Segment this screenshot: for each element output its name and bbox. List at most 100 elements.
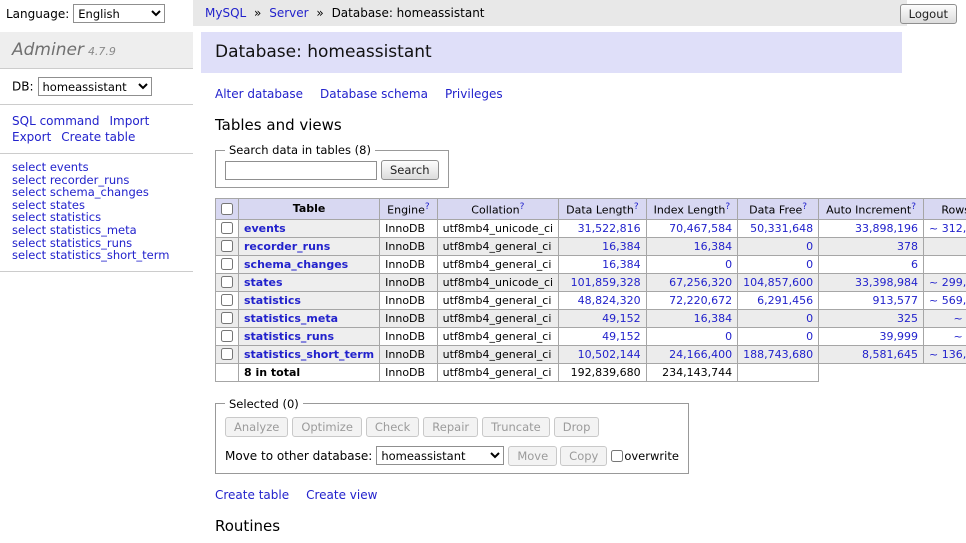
auto-increment-link[interactable]: 8,581,645 [862,348,918,361]
index-length-link[interactable]: 16,384 [694,240,733,253]
logout-button[interactable]: Logout [900,4,957,24]
sidebar-table-link-select-schema-changes[interactable]: select schema_changes [12,186,181,199]
drop-button[interactable]: Drop [554,417,600,437]
optimize-button[interactable]: Optimize [292,417,362,437]
data-length-link[interactable]: 48,824,320 [578,294,641,307]
language-select[interactable]: English [73,4,165,23]
auto-increment-link[interactable]: 33,398,984 [855,276,918,289]
repair-button[interactable]: Repair [423,417,478,437]
auto-increment-link[interactable]: 6 [911,258,918,271]
table-row-statistics_runs: statistics_runsInnoDButf8mb4_general_ci4… [216,327,966,345]
row-checkbox[interactable] [221,276,233,288]
auto-increment-link[interactable]: 378 [897,240,918,253]
data-length-link[interactable]: 16,384 [602,240,641,253]
auto-increment-link[interactable]: 913,577 [873,294,919,307]
app-version: 4.7.9 [88,45,116,58]
rows-count-link[interactable]: ~ 312,180 [929,222,966,235]
help-link[interactable]: ? [911,202,916,212]
table-name-link[interactable]: recorder_runs [244,240,330,253]
rows-count-cell: ~ 5 [924,237,966,255]
sidebar-action-create-table[interactable]: Create table [61,130,135,144]
index-length-link[interactable]: 70,467,584 [669,222,732,235]
search-button[interactable]: Search [381,160,439,180]
rows-count-cell: ~ 3 [924,255,966,273]
index-length-link[interactable]: 67,256,320 [669,276,732,289]
create-link-create-table[interactable]: Create table [215,488,289,502]
data-free-link[interactable]: 0 [806,312,813,325]
table-name-cell: statistics_short_term [239,345,380,363]
copy-button[interactable]: Copy [560,446,607,466]
table-name-link[interactable]: statistics [244,294,301,307]
sidebar-action-import[interactable]: Import [109,114,149,128]
rows-count-link[interactable]: ~ 299,833 [929,276,966,289]
sidebar-table-link-select-events[interactable]: select events [12,161,181,174]
data-length-link[interactable]: 49,152 [602,330,641,343]
index-length-link[interactable]: 0 [725,330,732,343]
move-button[interactable]: Move [508,446,557,466]
help-link[interactable]: ? [802,202,807,212]
row-checkbox[interactable] [221,348,233,360]
search-input[interactable] [225,161,377,180]
table-name-cell: recorder_runs [239,237,380,255]
db-link-alter-database[interactable]: Alter database [215,87,303,101]
table-name-link[interactable]: statistics_runs [244,330,334,343]
data-free-link[interactable]: 0 [806,258,813,271]
db-select[interactable]: homeassistant [38,77,152,96]
overwrite-checkbox[interactable] [611,450,623,462]
help-link[interactable]: ? [634,202,639,212]
table-name-link[interactable]: events [244,222,286,235]
rows-count-link[interactable]: ~ 244 [953,312,966,325]
index-length-link[interactable]: 0 [725,258,732,271]
auto-increment-link[interactable]: 325 [897,312,918,325]
data-length-link[interactable]: 16,384 [602,258,641,271]
auto-increment-link[interactable]: 33,898,196 [855,222,918,235]
analyze-button[interactable]: Analyze [225,417,288,437]
row-checkbox[interactable] [221,258,233,270]
help-link[interactable]: ? [725,202,730,212]
rows-count-link[interactable]: ~ 569,159 [929,294,966,307]
truncate-button[interactable]: Truncate [482,417,550,437]
create-link-create-view[interactable]: Create view [306,488,377,502]
data-length-link[interactable]: 10,502,144 [578,348,641,361]
data-length-link[interactable]: 31,522,816 [578,222,641,235]
row-checkbox[interactable] [221,240,233,252]
select-all-checkbox[interactable] [221,203,233,215]
sidebar-table-link-select-statistics-short-term[interactable]: select statistics_short_term [12,249,181,262]
sidebar-table-link-select-statistics-meta[interactable]: select statistics_meta [12,224,181,237]
check-button[interactable]: Check [366,417,419,437]
row-checkbox[interactable] [221,294,233,306]
index-length-link[interactable]: 24,166,400 [669,348,732,361]
data-length-link[interactable]: 49,152 [602,312,641,325]
help-link[interactable]: ? [425,202,430,212]
rows-count-cell: ~ 136,108 [924,345,966,363]
table-name-link[interactable]: states [244,276,283,289]
move-db-select[interactable]: homeassistant [376,446,504,465]
db-link-database-schema[interactable]: Database schema [320,87,428,101]
table-name-link[interactable]: schema_changes [244,258,348,271]
table-name-link[interactable]: statistics_meta [244,312,338,325]
db-link-privileges[interactable]: Privileges [445,87,503,101]
data-free-link[interactable]: 104,857,600 [743,276,813,289]
sidebar-action-export[interactable]: Export [12,130,51,144]
index-length-link[interactable]: 72,220,672 [669,294,732,307]
data-free-link[interactable]: 0 [806,240,813,253]
row-checkbox[interactable] [221,330,233,342]
data-length-cell: 16,384 [559,237,646,255]
data-free-link[interactable]: 188,743,680 [743,348,813,361]
data-free-link[interactable]: 0 [806,330,813,343]
breadcrumb-link-server[interactable]: Server [269,6,308,20]
column-label: Rows [941,204,966,217]
data-free-link[interactable]: 50,331,648 [750,222,813,235]
sidebar-action-sql-command[interactable]: SQL command [12,114,99,128]
breadcrumb-link-mysql[interactable]: MySQL [205,6,246,20]
help-link[interactable]: ? [520,202,525,212]
row-checkbox[interactable] [221,222,233,234]
data-free-link[interactable]: 6,291,456 [757,294,813,307]
table-name-link[interactable]: statistics_short_term [244,348,374,361]
auto-increment-link[interactable]: 39,999 [880,330,919,343]
row-checkbox[interactable] [221,312,233,324]
rows-count-link[interactable]: ~ 628 [953,330,966,343]
index-length-link[interactable]: 16,384 [694,312,733,325]
rows-count-link[interactable]: ~ 136,108 [929,348,966,361]
data-length-link[interactable]: 101,859,328 [571,276,641,289]
